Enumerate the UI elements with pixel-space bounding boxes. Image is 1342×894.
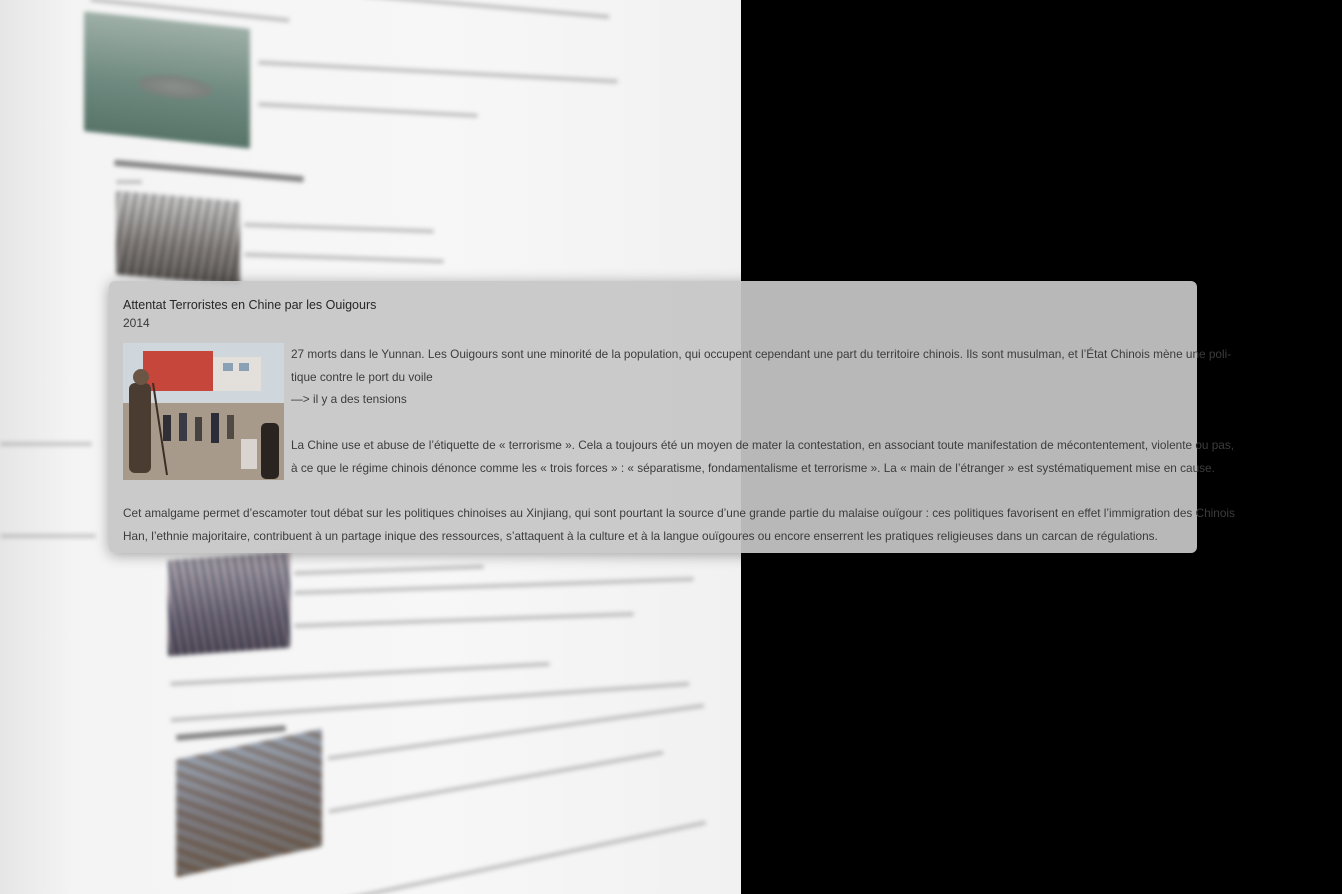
paragraph-line: à ce que le régime chinois dénonce comme… xyxy=(291,460,1215,475)
article-paragraph-3: Cet amalgame permet d’escamoter tout déb… xyxy=(123,502,1235,547)
article-year: 2014 xyxy=(123,316,150,330)
paragraph-line: tique contre le port du voile xyxy=(291,369,433,384)
article-title: Attentat Terroristes en Chine par les Ou… xyxy=(123,298,377,312)
crowd-thumbnail xyxy=(116,190,240,286)
paragraph-line: La Chine use et abuse de l’étiquette de … xyxy=(291,438,1235,452)
street-scene-photo xyxy=(123,343,284,480)
aircraft-carrier-thumbnail xyxy=(84,11,250,149)
article-popup-card[interactable]: Attentat Terroristes en Chine par les Ou… xyxy=(109,281,1235,553)
article-paragraph-2: La Chine use et abuse de l’étiquette de … xyxy=(291,434,1235,479)
paragraph-line: Cet amalgame permet d’escamoter tout déb… xyxy=(123,506,1235,520)
protest-thumbnail xyxy=(168,551,290,657)
paragraph-line: Han, l’ethnie majoritaire, contribuent à… xyxy=(123,528,1158,543)
paragraph-line: —> il y a des tensions xyxy=(291,392,407,407)
article-photo[interactable] xyxy=(123,343,284,480)
article-paragraph-1: 27 morts dans le Yunnan. Les Ouigours so… xyxy=(291,343,1232,411)
aerial-city-thumbnail xyxy=(176,728,322,878)
paragraph-line: 27 morts dans le Yunnan. Les Ouigours so… xyxy=(291,347,1232,361)
